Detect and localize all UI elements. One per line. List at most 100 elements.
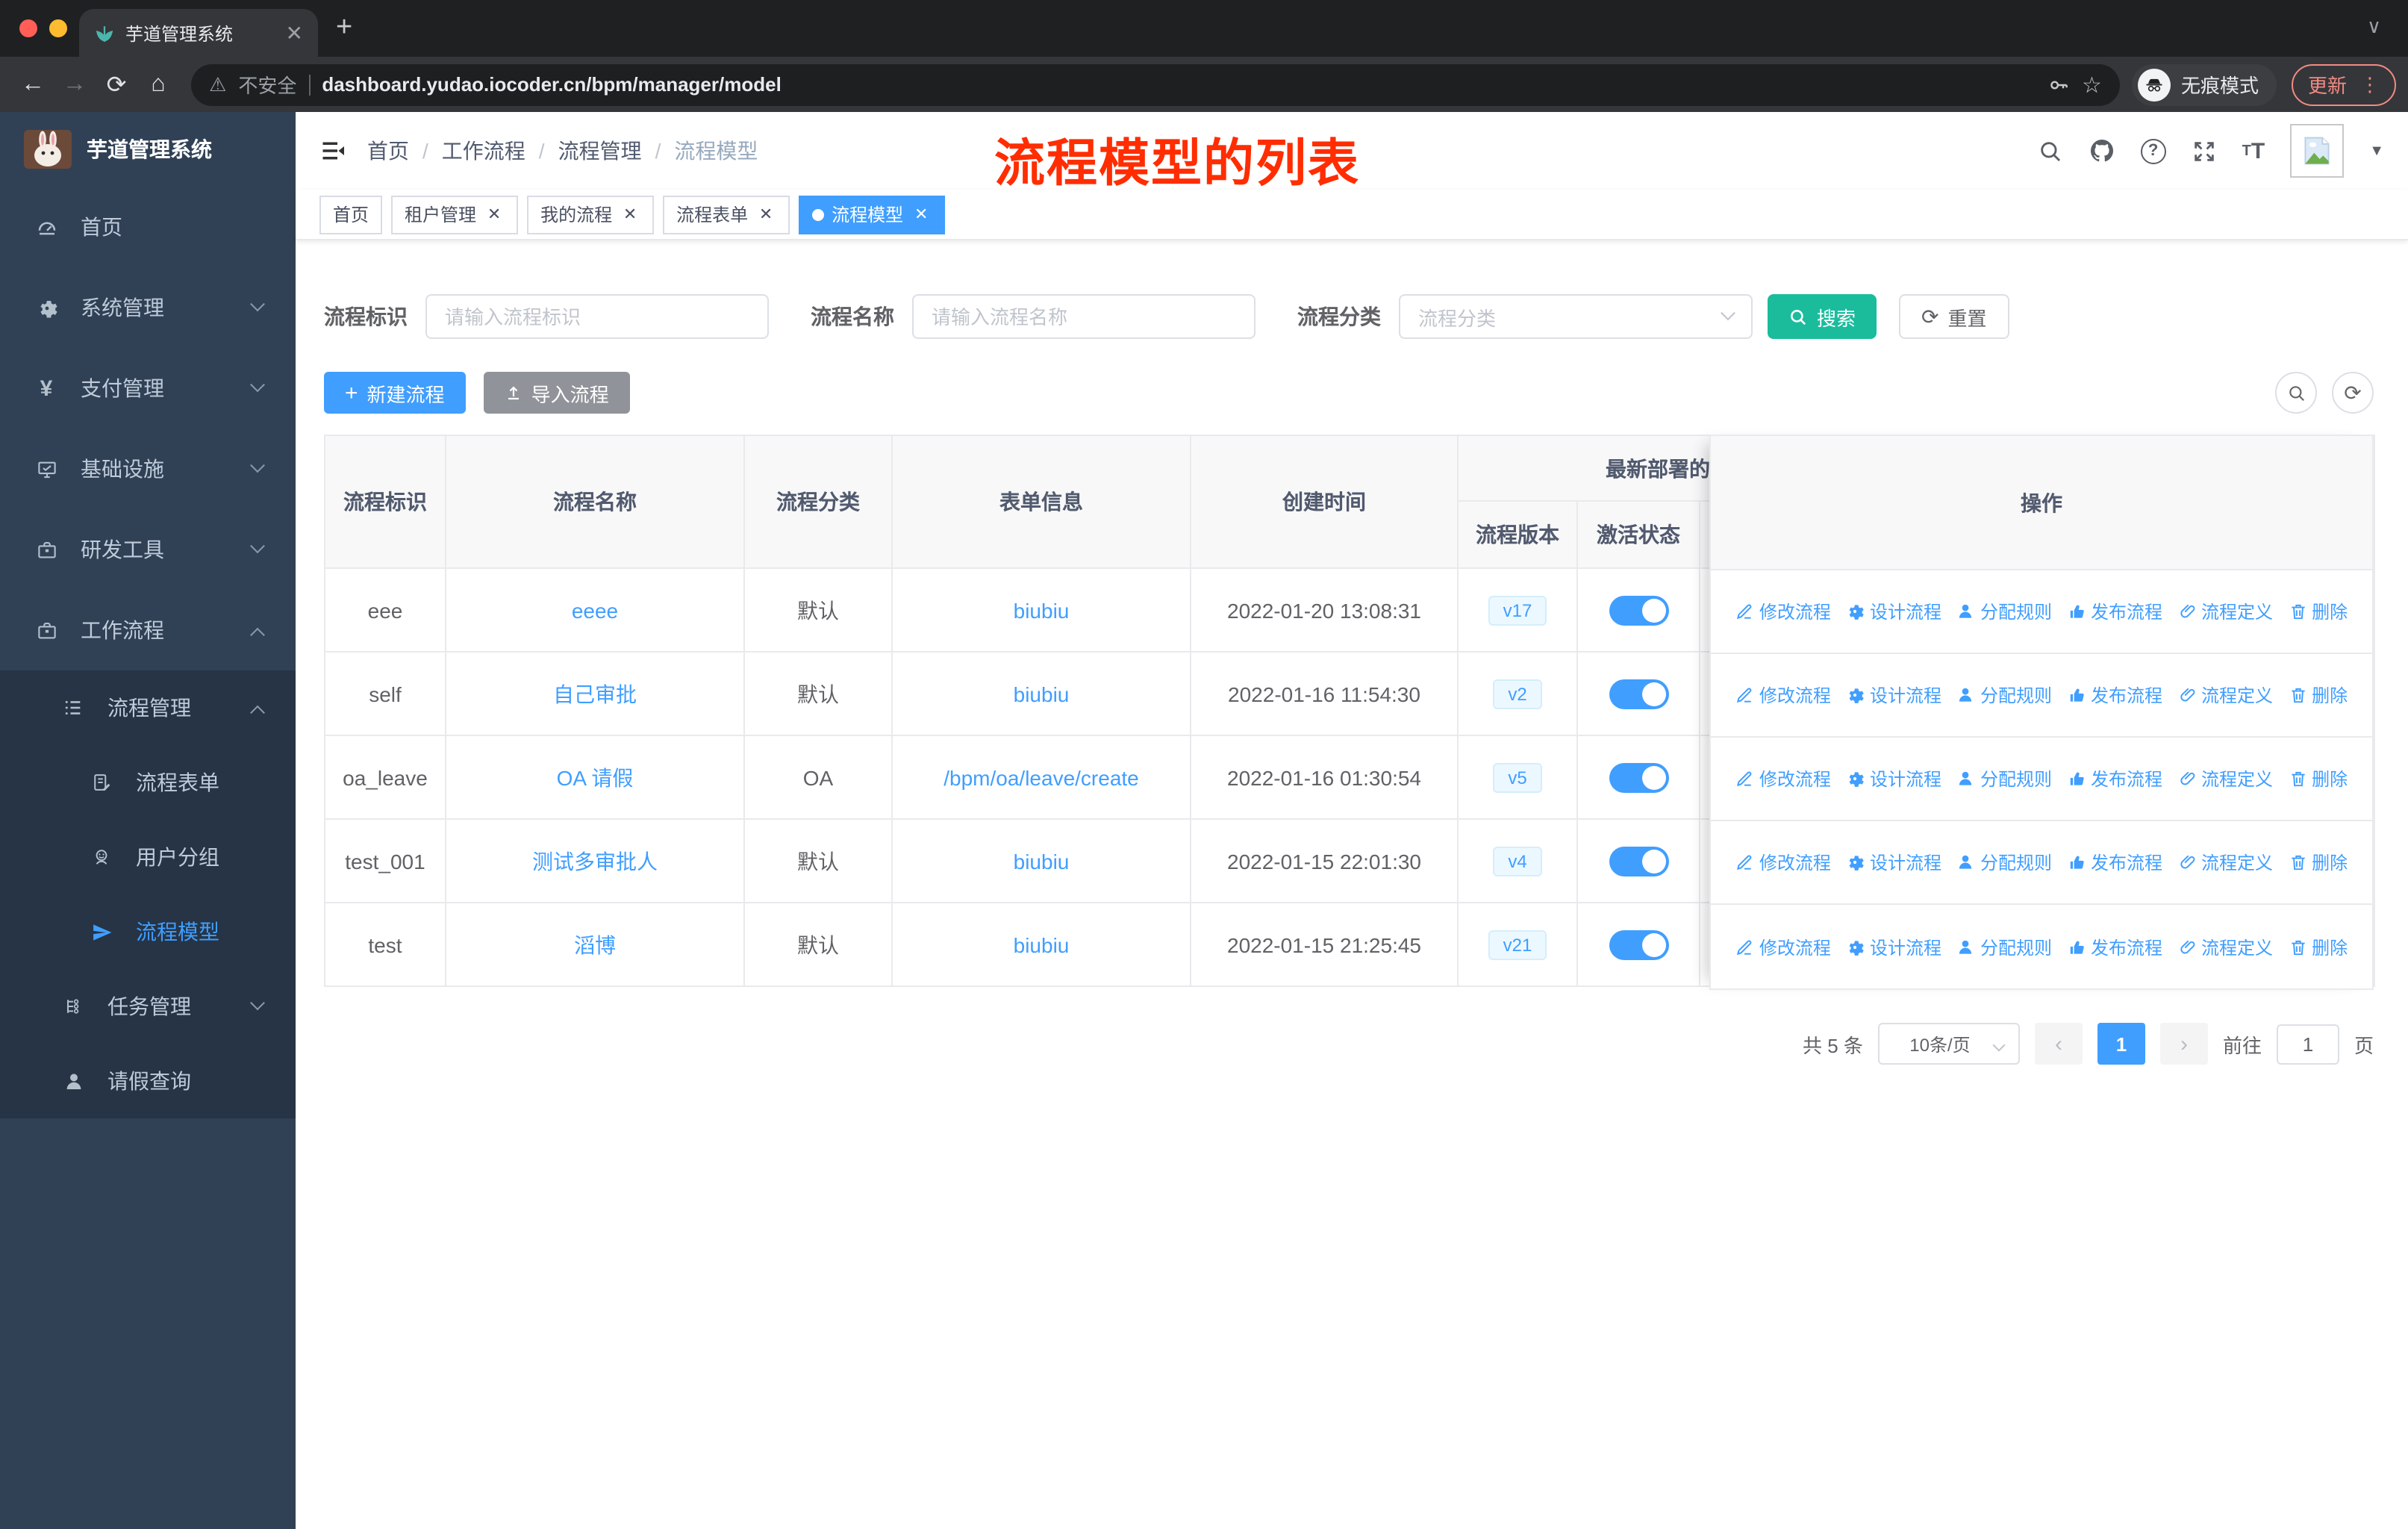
form-info-link[interactable]: biubiu — [1014, 682, 1070, 706]
app-logo-row[interactable]: 芋道管理系统 — [0, 112, 296, 187]
action-delete[interactable]: 删除 — [2288, 766, 2348, 791]
action-delete[interactable]: 删除 — [2288, 850, 2348, 875]
reload-button[interactable]: ⟳ — [96, 63, 137, 105]
action-delete[interactable]: 删除 — [2288, 934, 2348, 959]
action-publish-process[interactable]: 发布流程 — [2067, 934, 2162, 959]
update-button[interactable]: 更新 ⋮ — [2291, 63, 2396, 105]
search-icon[interactable] — [2038, 138, 2063, 164]
sidebar-item-user-group[interactable]: 用户分组 — [0, 820, 296, 894]
sidebar-item-infrastructure[interactable]: 基础设施 — [0, 429, 296, 509]
sidebar-item-dev-tools[interactable]: 研发工具 — [0, 509, 296, 590]
tag-close-icon[interactable]: ✕ — [911, 205, 932, 224]
tag-tenant-mgmt[interactable]: 租户管理 ✕ — [391, 195, 519, 234]
goto-page-input[interactable] — [2276, 1024, 2339, 1064]
bookmark-star-icon[interactable]: ☆ — [2082, 71, 2102, 98]
action-process-definition[interactable]: 流程定义 — [2177, 934, 2273, 959]
action-assign-rule[interactable]: 分配规则 — [1956, 766, 2052, 791]
tag-close-icon[interactable]: ✕ — [484, 205, 505, 224]
refresh-button[interactable]: ⟳ — [2332, 372, 2374, 414]
category-select[interactable]: 流程分类 — [1399, 294, 1753, 339]
sidebar-item-system-mgmt[interactable]: 系统管理 — [0, 267, 296, 348]
action-edit-process[interactable]: 修改流程 — [1735, 599, 1831, 624]
active-status-toggle[interactable] — [1609, 762, 1668, 792]
action-design-process[interactable]: 设计流程 — [1846, 934, 1941, 959]
process-name-input[interactable] — [912, 294, 1256, 339]
action-assign-rule[interactable]: 分配规则 — [1956, 682, 2052, 708]
process-name-link[interactable]: 测试多审批人 — [532, 849, 658, 873]
process-key-input[interactable] — [425, 294, 769, 339]
sidebar-item-task-mgmt[interactable]: 任务管理 — [0, 969, 296, 1044]
form-info-link[interactable]: biubiu — [1014, 849, 1070, 873]
sidebar-item-leave-query[interactable]: 请假查询 — [0, 1044, 296, 1118]
tab-search-caret-icon[interactable]: ∨ — [2367, 15, 2381, 39]
new-tab-button[interactable]: + — [336, 12, 352, 45]
action-delete[interactable]: 删除 — [2288, 682, 2348, 708]
process-name-link[interactable]: OA 请假 — [557, 765, 634, 789]
action-delete[interactable]: 删除 — [2288, 599, 2348, 624]
action-publish-process[interactable]: 发布流程 — [2067, 682, 2162, 708]
action-process-definition[interactable]: 流程定义 — [2177, 850, 2273, 875]
form-info-link[interactable]: biubiu — [1014, 598, 1070, 622]
search-button[interactable]: 搜索 — [1768, 294, 1877, 339]
user-avatar[interactable] — [2290, 124, 2345, 178]
browser-menu-dots-icon[interactable]: ⋮ — [2360, 72, 2380, 96]
close-window-button[interactable] — [19, 19, 37, 37]
form-info-link[interactable]: biubiu — [1014, 932, 1070, 956]
tab-close-icon[interactable]: ✕ — [286, 20, 303, 46]
action-assign-rule[interactable]: 分配规则 — [1956, 850, 2052, 875]
avatar-caret-icon[interactable]: ▼ — [2369, 143, 2384, 159]
sidebar-collapse-icon[interactable] — [319, 137, 346, 164]
process-name-link[interactable]: eeee — [572, 598, 618, 622]
page-size-select[interactable]: 10条/页 — [1877, 1023, 2020, 1065]
tag-my-process[interactable]: 我的流程 ✕ — [527, 195, 655, 234]
sidebar-item-process-model[interactable]: 流程模型 — [0, 894, 296, 969]
action-assign-rule[interactable]: 分配规则 — [1956, 934, 2052, 959]
sidebar-item-payment-mgmt[interactable]: ¥ 支付管理 — [0, 348, 296, 429]
action-process-definition[interactable]: 流程定义 — [2177, 766, 2273, 791]
action-assign-rule[interactable]: 分配规则 — [1956, 599, 2052, 624]
process-name-link[interactable]: 自己审批 — [553, 682, 637, 706]
action-publish-process[interactable]: 发布流程 — [2067, 766, 2162, 791]
toggle-search-button[interactable] — [2275, 372, 2317, 414]
help-icon[interactable]: ? — [2140, 138, 2166, 164]
breadcrumb-home[interactable]: 首页 — [367, 136, 409, 166]
tag-process-form[interactable]: 流程表单 ✕ — [663, 195, 790, 234]
active-status-toggle[interactable] — [1609, 846, 1668, 876]
sidebar-item-process-form[interactable]: 流程表单 — [0, 745, 296, 820]
home-button[interactable]: ⌂ — [137, 63, 179, 105]
action-design-process[interactable]: 设计流程 — [1846, 682, 1941, 708]
sidebar-item-home[interactable]: 首页 — [0, 187, 296, 267]
action-edit-process[interactable]: 修改流程 — [1735, 934, 1831, 959]
forward-button[interactable]: → — [54, 63, 96, 105]
action-design-process[interactable]: 设计流程 — [1846, 850, 1941, 875]
breadcrumb-process-mgmt[interactable]: 流程管理 — [558, 136, 642, 166]
action-edit-process[interactable]: 修改流程 — [1735, 850, 1831, 875]
sidebar-item-process-mgmt[interactable]: 流程管理 — [0, 670, 296, 745]
active-status-toggle[interactable] — [1609, 595, 1668, 625]
action-edit-process[interactable]: 修改流程 — [1735, 766, 1831, 791]
create-process-button[interactable]: + 新建流程 — [324, 372, 466, 414]
minimize-window-button[interactable] — [49, 19, 67, 37]
address-bar[interactable]: ⚠ 不安全 dashboard.yudao.iocoder.cn/bpm/man… — [191, 63, 2120, 105]
prev-page-button[interactable]: ‹ — [2034, 1023, 2083, 1065]
action-publish-process[interactable]: 发布流程 — [2067, 850, 2162, 875]
next-page-button[interactable]: › — [2159, 1023, 2208, 1065]
action-process-definition[interactable]: 流程定义 — [2177, 599, 2273, 624]
tag-process-model[interactable]: 流程模型 ✕ — [799, 195, 946, 234]
tag-close-icon[interactable]: ✕ — [755, 205, 776, 224]
action-edit-process[interactable]: 修改流程 — [1735, 682, 1831, 708]
process-name-link[interactable]: 滔博 — [574, 932, 616, 956]
font-size-icon[interactable]: TT — [2242, 138, 2265, 164]
active-status-toggle[interactable] — [1609, 929, 1668, 959]
tag-close-icon[interactable]: ✕ — [620, 205, 640, 224]
fullscreen-icon[interactable] — [2192, 138, 2217, 164]
tag-home[interactable]: 首页 — [319, 195, 383, 234]
action-design-process[interactable]: 设计流程 — [1846, 599, 1941, 624]
github-icon[interactable] — [2089, 137, 2115, 164]
action-publish-process[interactable]: 发布流程 — [2067, 599, 2162, 624]
breadcrumb-workflow[interactable]: 工作流程 — [442, 136, 525, 166]
sidebar-item-workflow[interactable]: 工作流程 — [0, 590, 296, 670]
reset-button[interactable]: ⟳ 重置 — [1899, 294, 2009, 339]
action-process-definition[interactable]: 流程定义 — [2177, 682, 2273, 708]
back-button[interactable]: ← — [12, 63, 54, 105]
